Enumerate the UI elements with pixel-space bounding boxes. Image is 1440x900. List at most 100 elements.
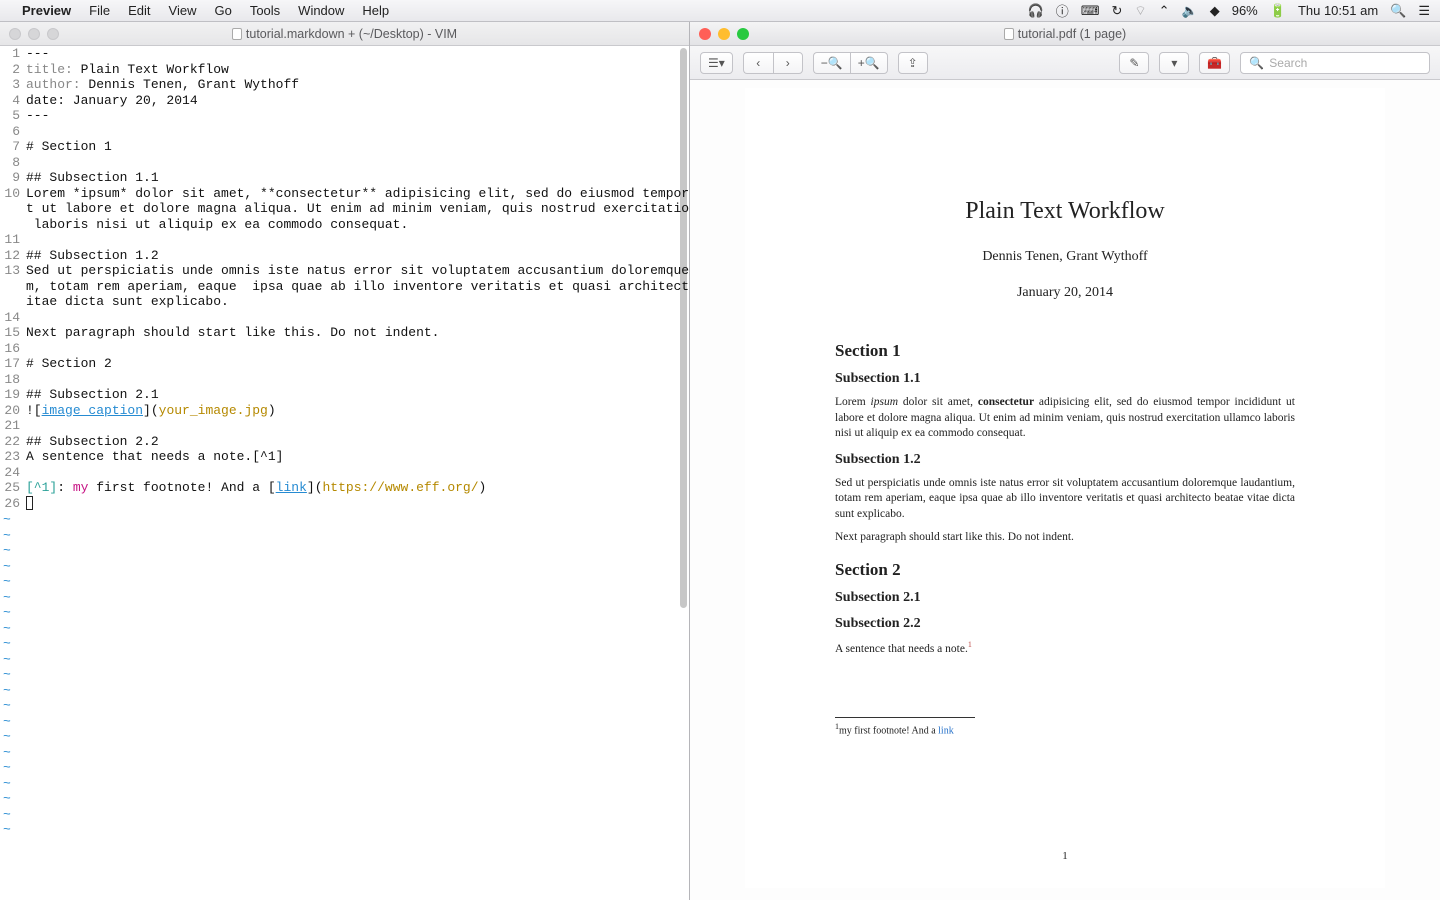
code-line [26,496,689,513]
code-line: --- [26,46,689,62]
menu-help[interactable]: Help [362,3,389,18]
timemachine-icon[interactable]: ↻ [1111,3,1122,19]
sidebar-toggle-button[interactable]: ☰▾ [700,52,733,74]
notification-center-icon[interactable]: ☰ [1418,3,1430,19]
pdf-h1: Section 1 [835,341,1295,361]
code-line: # Section 2 [26,356,689,372]
code-line [26,372,689,388]
markup-toolbar-button[interactable]: 🧰 [1199,52,1230,74]
code-line [26,310,689,326]
battery-percent[interactable]: 96% [1232,3,1258,18]
share-button[interactable]: ⇪ [898,52,928,74]
bluetooth-icon[interactable]: ⌔ [1134,3,1146,19]
code-line [26,418,689,434]
code-line: ## Subsection 2.2 [26,434,689,450]
footnote-link[interactable]: link [938,725,954,736]
pdf-title: Plain Text Workflow [835,198,1295,225]
code-line: # Section 1 [26,139,689,155]
pdf-author: Dennis Tenen, Grant Wythoff [835,249,1295,265]
code-line: Sed ut perspiciatis unde omnis iste natu… [26,263,689,279]
code-line: ![image caption](your_image.jpg) [26,403,689,419]
vim-window: tutorial.markdown + (~/Desktop) - VIM 1-… [0,22,690,900]
code-line [26,124,689,140]
code-line: A sentence that needs a note.[^1] [26,449,689,465]
editor-area[interactable]: 1--- 2title: Plain Text Workflow 3author… [0,46,689,900]
vim-titlebar[interactable]: tutorial.markdown + (~/Desktop) - VIM [0,22,689,46]
search-placeholder: Search [1269,56,1307,70]
pdf-paragraph: A sentence that needs a note.1 [835,640,1295,657]
document-icon [1004,28,1014,40]
search-icon: 🔍 [1249,56,1264,70]
code-line: ## Subsection 1.2 [26,248,689,264]
code-line: t ut labore et dolore magna aliqua. Ut e… [26,201,689,217]
keyboard-icon[interactable]: ⌨ [1081,3,1100,19]
menu-window[interactable]: Window [298,3,344,18]
menu-go[interactable]: Go [214,3,231,18]
volume-icon[interactable]: 🔈 [1182,3,1198,19]
code-line [26,341,689,357]
pdf-h2: Subsection 2.2 [835,616,1295,632]
zoom-in-button[interactable]: +🔍 [850,52,888,74]
preview-window: tutorial.pdf (1 page) ☰▾ ‹ › −🔍 +🔍 ⇪ ✎ ▾… [690,22,1440,900]
code-line: title: Plain Text Workflow [26,62,689,78]
zoom-button[interactable] [47,28,59,40]
pdf-paragraph: Lorem ipsum dolor sit amet, consectetur … [835,395,1295,442]
pdf-h2: Subsection 2.1 [835,590,1295,606]
code-line [26,232,689,248]
spotlight-icon[interactable]: 🔍 [1390,3,1406,19]
code-line: m, totam rem aperiam, eaque ipsa quae ab… [26,279,689,295]
pdf-date: January 20, 2014 [835,285,1295,301]
code-line: [^1]: my first footnote! And a [link](ht… [26,480,689,496]
code-line: --- [26,108,689,124]
code-line: date: January 20, 2014 [26,93,689,109]
pdf-paragraph: Sed ut perspiciatis unde omnis iste natu… [835,476,1295,523]
vim-title: tutorial.markdown + (~/Desktop) - VIM [246,27,457,41]
pdf-h1: Section 2 [835,560,1295,580]
scrollbar[interactable] [680,48,687,608]
menu-edit[interactable]: Edit [128,3,150,18]
info-icon[interactable]: ⓘ [1056,1,1069,20]
minimize-button[interactable] [718,28,730,40]
menu-view[interactable]: View [169,3,197,18]
highlight-button[interactable]: ✎ [1119,52,1149,74]
code-line: Next paragraph should start like this. D… [26,325,689,341]
prev-page-button[interactable]: ‹ [743,52,773,74]
close-button[interactable] [699,28,711,40]
code-line: author: Dennis Tenen, Grant Wythoff [26,77,689,93]
menu-tools[interactable]: Tools [250,3,280,18]
headphones-icon[interactable]: 🎧 [1028,3,1044,19]
wifi-icon[interactable]: ⌃ [1159,3,1170,19]
preview-toolbar: ☰▾ ‹ › −🔍 +🔍 ⇪ ✎ ▾ 🧰 🔍 Search [690,46,1440,80]
app-menu[interactable]: Preview [22,3,71,18]
code-line: laboris nisi ut aliquip ex ea commodo co… [26,217,689,233]
code-line: ## Subsection 1.1 [26,170,689,186]
close-button[interactable] [9,28,21,40]
preview-title: tutorial.pdf (1 page) [1018,27,1126,41]
code-line [26,465,689,481]
battery-icon[interactable]: 🔋 [1270,3,1286,19]
pdf-page: Plain Text Workflow Dennis Tenen, Grant … [745,88,1385,888]
minimize-button[interactable] [28,28,40,40]
code-line: Lorem *ipsum* dolor sit amet, **consecte… [26,186,689,202]
pdf-h2: Subsection 1.2 [835,452,1295,468]
preview-titlebar[interactable]: tutorial.pdf (1 page) [690,22,1440,46]
menubar: Preview File Edit View Go Tools Window H… [0,0,1440,22]
search-field[interactable]: 🔍 Search [1240,52,1430,74]
page-number: 1 [745,850,1385,862]
app-indicator-icon[interactable]: ◆ [1210,3,1220,19]
code-line: itae dicta sunt explicabo. [26,294,689,310]
menu-file[interactable]: File [89,3,110,18]
clock[interactable]: Thu 10:51 am [1298,3,1378,18]
footnote-rule [835,717,975,718]
next-page-button[interactable]: › [773,52,803,74]
document-icon [232,28,242,40]
markup-dropdown-button[interactable]: ▾ [1159,52,1189,74]
footnote-ref: 1 [968,640,972,649]
footnote: 1my first footnote! And a link [835,722,1295,736]
zoom-button[interactable] [737,28,749,40]
zoom-out-button[interactable]: −🔍 [813,52,850,74]
cursor [26,496,33,510]
pdf-paragraph: Next paragraph should start like this. D… [835,530,1295,546]
code-line [26,155,689,171]
pdf-viewport[interactable]: Plain Text Workflow Dennis Tenen, Grant … [690,80,1440,900]
